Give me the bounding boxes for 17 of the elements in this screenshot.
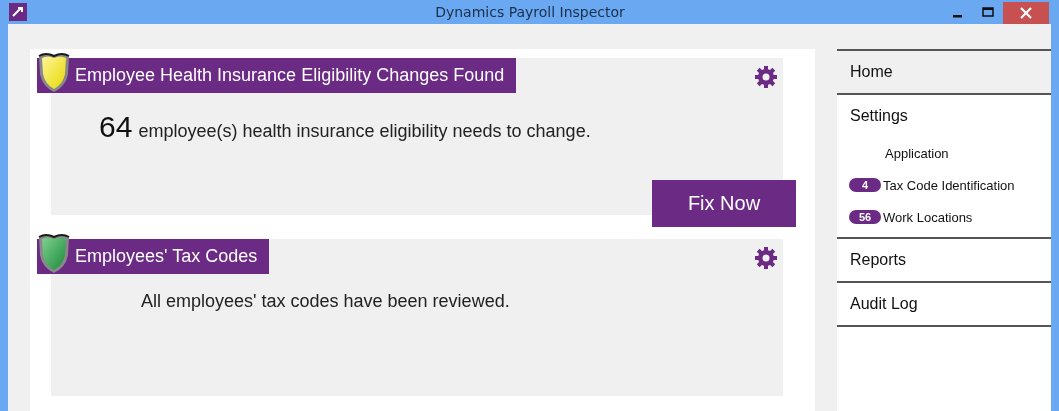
fix-now-button[interactable]: Fix Now [652,180,796,227]
nav-subitem[interactable]: Work Locations [883,209,973,225]
window-title: Dynamics Payroll Inspector [434,4,626,20]
count-badge: 56 [849,210,881,224]
card-title: Employee Health Insurance Eligibility Changes Found [75,65,505,86]
count-text: 64 [99,110,133,144]
nav-item[interactable]: Home [837,51,1051,95]
card-message: All employees' tax codes have been reviewed. [141,291,510,312]
close-button[interactable] [1003,2,1049,24]
app-icon [9,3,27,21]
card-title: Employees' Tax Codes [75,246,258,267]
settings-icon[interactable] [754,65,778,89]
nav-subitem[interactable]: Application [885,145,949,161]
nav-subitem[interactable]: Tax Code Identification [883,177,1015,193]
card-message: employee(s) health insurance eligibility needs to change. [138,121,591,142]
count-badge: 4 [849,178,881,192]
settings-icon[interactable] [754,246,778,270]
